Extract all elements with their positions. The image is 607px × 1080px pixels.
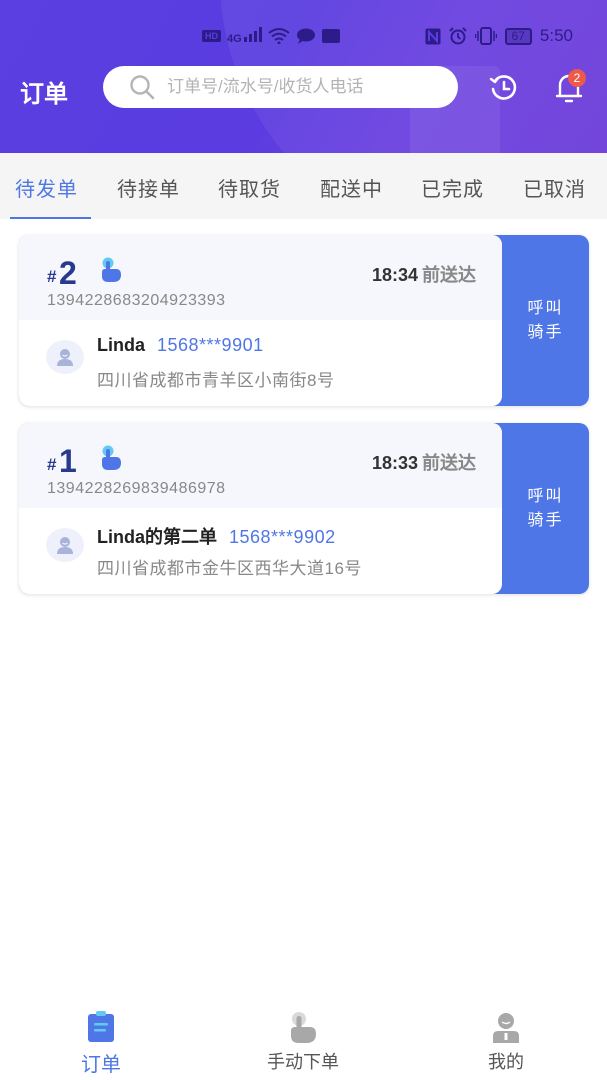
order-card-body[interactable]: # 2 1394228683204923393 18:34 前送达 Linda 15… (19, 235, 502, 406)
active-tab-indicator (10, 217, 91, 219)
customer-avatar (46, 340, 84, 374)
customer-address: 四川省成都市金牛区西华大道16号 (97, 559, 362, 578)
tab-pending-dispatch[interactable]: 待发单 (15, 173, 78, 202)
call-rider-label: 呼叫骑手 (527, 487, 564, 529)
hd-icon: HD (202, 29, 221, 42)
order-serial-number: 1394228269839486978 (47, 480, 226, 497)
order-card-body[interactable]: # 1 1394228269839486978 18:33 前送达 Linda的第… (19, 423, 502, 594)
page-title: 订单 (20, 81, 68, 108)
nfc-app-icon (321, 28, 340, 43)
message-icon (296, 28, 315, 44)
header: HD 4G 67 5:50 订单 2 (0, 0, 607, 153)
clipboard-icon (88, 1011, 114, 1042)
hand-tap-icon (291, 1012, 316, 1043)
delivery-time-suffix: 前送达 (422, 265, 476, 285)
call-rider-label: 呼叫骑手 (527, 299, 564, 341)
search-icon (130, 75, 155, 100)
user-icon (57, 537, 73, 554)
search-bar[interactable] (103, 66, 458, 108)
status-bar: HD 4G 67 5:50 (0, 24, 607, 50)
order-card[interactable]: # 2 1394228683204923393 18:34 前送达 Linda 15… (19, 235, 589, 406)
delivery-time: 18:34 (371, 265, 418, 285)
notification-badge: 2 (568, 69, 586, 87)
delivery-time: 18:33 (371, 453, 418, 473)
customer-phone[interactable]: 1568***9901 (157, 335, 264, 355)
customer-name-text: Linda (97, 335, 145, 355)
alarm-icon (448, 27, 467, 45)
delivery-deadline: 18:34 前送达 (372, 261, 476, 287)
delivery-deadline: 18:33 前送达 (372, 449, 476, 475)
wifi-icon (268, 27, 290, 44)
delivery-time-suffix: 前送达 (422, 453, 476, 473)
vibrate-icon (474, 27, 497, 45)
customer-name-text: Linda的第二单 (97, 527, 217, 547)
nfc-icon (425, 28, 441, 44)
customer-address: 四川省成都市青羊区小南街8号 (97, 371, 335, 390)
tab-pending-accept[interactable]: 待接单 (117, 173, 180, 202)
notification-button[interactable]: 2 (552, 69, 588, 106)
manual-order-icon (102, 445, 121, 470)
call-rider-button[interactable]: 呼叫骑手 (502, 235, 589, 406)
nav-profile[interactable]: 我的 (436, 1010, 576, 1074)
nav-orders[interactable]: 订单 (31, 1010, 171, 1077)
tab-pending-pickup[interactable]: 待取货 (218, 173, 281, 202)
call-rider-button[interactable]: 呼叫骑手 (502, 423, 589, 594)
order-number: 1 (59, 443, 77, 479)
status-tabs: 待发单 待接单 待取货 配送中 已完成 已取消 (0, 153, 607, 219)
order-serial-number: 1394228683204923393 (47, 292, 226, 309)
nav-manual-order[interactable]: 手动下单 (233, 1010, 373, 1074)
user-icon (493, 1013, 519, 1043)
network-type: 4G (227, 33, 242, 45)
tab-completed[interactable]: 已完成 (421, 173, 484, 202)
tab-delivering[interactable]: 配送中 (320, 173, 383, 202)
4g-signal-icon: 4G (227, 26, 262, 45)
search-input[interactable] (167, 77, 427, 97)
order-hash: # (47, 455, 57, 474)
battery-icon: 67 (504, 27, 532, 45)
order-card[interactable]: # 1 1394228269839486978 18:33 前送达 Linda的第… (19, 423, 589, 594)
bottom-navigation: 订单 手动下单 我的 (0, 1000, 607, 1080)
nav-orders-label: 订单 (81, 1054, 121, 1076)
order-hash: # (47, 267, 57, 286)
history-icon[interactable] (488, 72, 520, 104)
customer-phone[interactable]: 1568***9902 (229, 527, 336, 547)
customer-name: Linda的第二单 1568***9902 (97, 523, 336, 549)
nav-profile-label: 我的 (488, 1052, 524, 1072)
manual-order-icon (102, 257, 121, 282)
customer-avatar (46, 528, 84, 562)
status-time: 5:50 (539, 26, 573, 45)
nav-manual-order-label: 手动下单 (267, 1052, 339, 1072)
user-icon (57, 349, 73, 366)
order-number: 2 (59, 255, 77, 291)
tab-cancelled[interactable]: 已取消 (523, 173, 586, 202)
customer-name: Linda 1568***9901 (97, 335, 264, 356)
